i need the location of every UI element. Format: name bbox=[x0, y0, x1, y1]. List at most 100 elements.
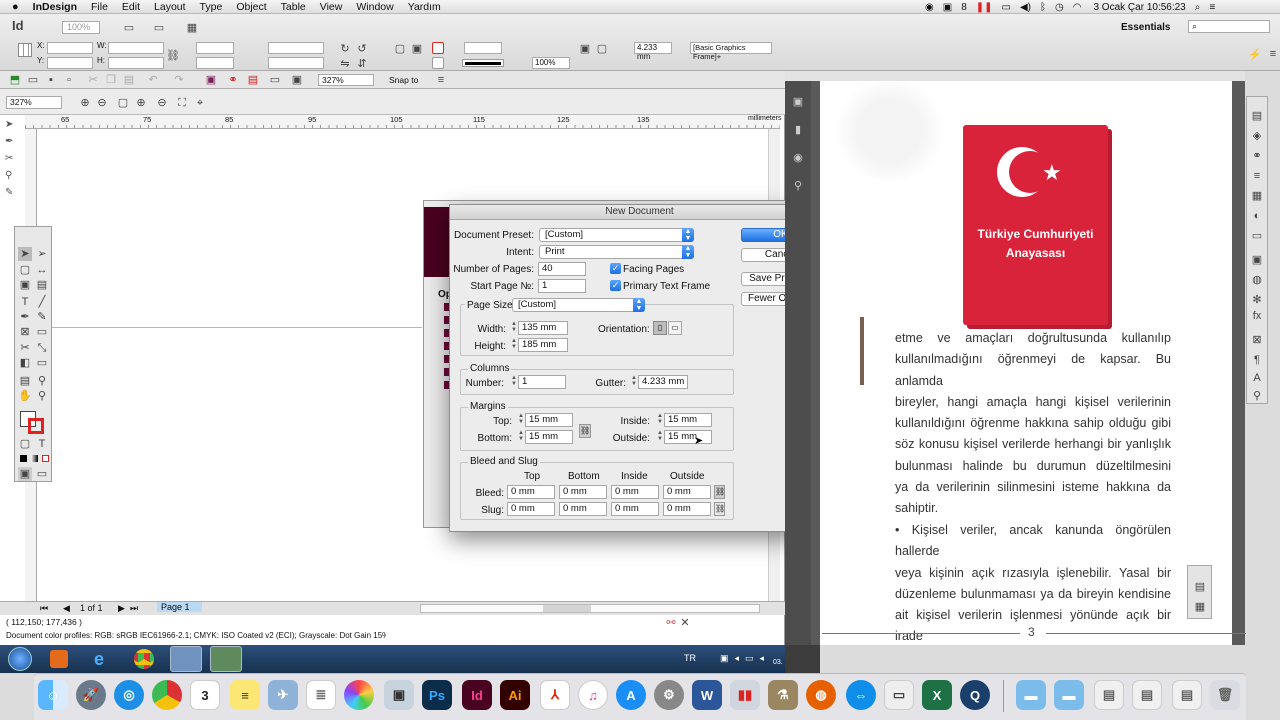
preview-icon[interactable]: ▣ bbox=[290, 73, 304, 87]
bluetooth-icon[interactable]: ᛒ bbox=[1040, 2, 1046, 13]
appbar-zoom-select[interactable]: 327% bbox=[318, 74, 374, 86]
hand-tool-icon[interactable]: ✋ bbox=[18, 389, 32, 403]
paste-icon[interactable]: ▤ bbox=[122, 73, 136, 87]
num-pages-input[interactable]: 40 bbox=[538, 262, 586, 276]
arrange-icon[interactable]: ▦ bbox=[185, 20, 199, 34]
bleed-top-input[interactable]: 0 mm bbox=[507, 485, 555, 499]
bleed-link-icon[interactable]: ⛓ bbox=[714, 485, 725, 499]
object-styles-icon[interactable]: ✻ bbox=[1250, 293, 1264, 307]
close-mini-icon[interactable]: ✕ bbox=[678, 616, 692, 630]
number-input[interactable]: 1 bbox=[518, 375, 566, 389]
teamviewer-icon[interactable]: ⇔ bbox=[846, 680, 876, 710]
essentials-workspace[interactable]: Essentials bbox=[1121, 22, 1170, 33]
top-stepper[interactable]: ▲ ▼ bbox=[517, 413, 525, 427]
effects-panel-icon[interactable]: ◍ bbox=[1250, 273, 1264, 287]
chrome-icon[interactable] bbox=[152, 680, 182, 710]
start-page-input[interactable]: 1 bbox=[538, 279, 586, 293]
copy-icon[interactable]: ❐ bbox=[104, 73, 118, 87]
menu-file[interactable]: File bbox=[91, 1, 108, 13]
rotation-field[interactable] bbox=[268, 42, 324, 54]
first-page-icon[interactable]: ⏮ bbox=[40, 603, 48, 614]
normal-view-icon[interactable]: ▣ bbox=[18, 467, 32, 481]
fx-panel-icon[interactable]: fx bbox=[1250, 309, 1264, 323]
scissors-mini-icon[interactable]: ✂ bbox=[5, 150, 21, 167]
rectangle-tool-icon[interactable]: ▭ bbox=[35, 325, 49, 339]
zoom-mini-icon[interactable]: ⚲ bbox=[5, 167, 21, 184]
stroke-swatch[interactable] bbox=[432, 57, 444, 69]
content-collector-icon[interactable]: ▣ bbox=[18, 278, 32, 292]
slug-bottom-input[interactable]: 0 mm bbox=[559, 502, 607, 516]
undo-icon[interactable]: ↶ bbox=[146, 73, 160, 87]
alignment-icon[interactable]: ≡ bbox=[434, 73, 448, 87]
ie-icon[interactable]: e bbox=[94, 649, 104, 670]
swatches-panel-icon[interactable]: ▦ bbox=[1250, 189, 1264, 203]
rectangle-frame-icon[interactable]: ⊠ bbox=[18, 325, 32, 339]
cut-icon[interactable]: ✂ bbox=[86, 73, 100, 87]
color-panel-icon[interactable]: ◐ bbox=[1250, 209, 1264, 223]
page-size-select[interactable]: [Custom] ▲ ▼ bbox=[512, 298, 645, 312]
stroke-panel-icon[interactable]: ≡ bbox=[1250, 169, 1264, 183]
doc-stack-icon-3[interactable]: ▤ bbox=[1172, 680, 1202, 710]
slug-link-icon[interactable]: ⛓ bbox=[714, 502, 725, 516]
paragraph-panel-icon[interactable]: ¶ bbox=[1250, 353, 1264, 367]
rotate-cw-icon[interactable]: ↻ bbox=[338, 41, 352, 55]
fit-spread-icon[interactable]: ⊕ bbox=[134, 96, 148, 110]
bleed-inside-input[interactable]: 0 mm bbox=[611, 485, 659, 499]
page-label[interactable]: Page 1 bbox=[157, 602, 202, 612]
eyedropper-icon[interactable]: ⚲ bbox=[35, 374, 49, 388]
save-icon[interactable]: ▪ bbox=[44, 73, 58, 87]
preview-app-icon[interactable]: ✈ bbox=[268, 680, 298, 710]
scissors-icon[interactable]: ✂ bbox=[18, 341, 32, 355]
redo-icon[interactable]: ↷ bbox=[172, 73, 186, 87]
new-document-icon[interactable]: ⬒ bbox=[8, 73, 22, 87]
gradient-swatch-icon[interactable]: ◧ bbox=[18, 356, 32, 370]
intent-select[interactable]: Print ▲ ▼ bbox=[539, 245, 694, 259]
excel-icon[interactable]: X bbox=[922, 680, 952, 710]
fill-swatch[interactable] bbox=[432, 42, 444, 54]
formatting-text-icon[interactable]: T bbox=[35, 437, 49, 451]
portrait-orientation-icon[interactable]: ▯ bbox=[653, 321, 667, 335]
gradient-feather-icon[interactable]: ▭ bbox=[35, 356, 49, 370]
flip-v-icon[interactable]: ⇵ bbox=[355, 56, 369, 70]
apply-gradient-swatch[interactable] bbox=[31, 455, 38, 462]
width-input[interactable]: 135 mm bbox=[518, 321, 568, 335]
indesign-icon[interactable]: Id bbox=[462, 680, 492, 710]
scale-y-field[interactable] bbox=[196, 57, 234, 69]
w-field[interactable] bbox=[108, 42, 164, 54]
bleed-bottom-input[interactable]: 0 mm bbox=[559, 485, 607, 499]
menu-window[interactable]: Window bbox=[356, 1, 393, 13]
stroke-weight-field[interactable] bbox=[464, 42, 502, 54]
notification-icon[interactable]: ≡ bbox=[1209, 2, 1215, 13]
zoom-tool-icon[interactable]: ⚲ bbox=[35, 389, 49, 403]
object-style-field[interactable]: [Basic Graphics Frame]+ bbox=[690, 42, 772, 61]
screen-mode2-icon[interactable]: ▭ bbox=[268, 73, 282, 87]
language-indicator[interactable]: TR bbox=[684, 653, 696, 663]
view-options-icon[interactable]: ▭ bbox=[122, 20, 136, 34]
type-tool-icon[interactable]: T bbox=[18, 295, 32, 309]
facing-pages-checkbox[interactable]: ✓ bbox=[610, 263, 621, 274]
entire-pasteboard-icon[interactable]: ⛶ bbox=[175, 96, 189, 110]
menu-type[interactable]: Type bbox=[200, 1, 223, 13]
system-prefs-icon[interactable]: ⚙ bbox=[654, 680, 684, 710]
illustrator-icon[interactable]: Ai bbox=[500, 680, 530, 710]
note-tool-icon[interactable]: ▤ bbox=[18, 374, 32, 388]
menu-help[interactable]: Yardım bbox=[408, 1, 441, 13]
pdf-attachment-icon[interactable]: ⚲ bbox=[791, 179, 805, 193]
itunes-icon[interactable]: ♫ bbox=[578, 680, 608, 710]
menu-object[interactable]: Object bbox=[236, 1, 266, 13]
time-machine-icon[interactable]: ◷ bbox=[1055, 2, 1064, 13]
open-icon[interactable]: ▭ bbox=[26, 73, 40, 87]
firefox-icon[interactable]: ◍ bbox=[806, 680, 836, 710]
record-icon[interactable]: ◉ bbox=[925, 2, 934, 13]
word-icon[interactable]: W bbox=[692, 680, 722, 710]
spotlight-icon[interactable]: ⌕ bbox=[1195, 2, 1201, 13]
app-store-icon[interactable]: A bbox=[616, 680, 646, 710]
slug-outside-input[interactable]: 0 mm bbox=[663, 502, 711, 516]
safari-icon[interactable]: ◎ bbox=[114, 680, 144, 710]
volume-icon[interactable]: ◀) bbox=[1020, 2, 1031, 13]
gutter-input[interactable]: 4.233 mm bbox=[638, 375, 688, 389]
zoom-in-icon[interactable]: ⊕ bbox=[78, 96, 92, 110]
pdf-pages-icon[interactable]: ▣ bbox=[791, 95, 805, 109]
height-stepper[interactable]: ▲ ▼ bbox=[510, 338, 518, 352]
layers-panel-icon[interactable]: ◈ bbox=[1250, 129, 1264, 143]
